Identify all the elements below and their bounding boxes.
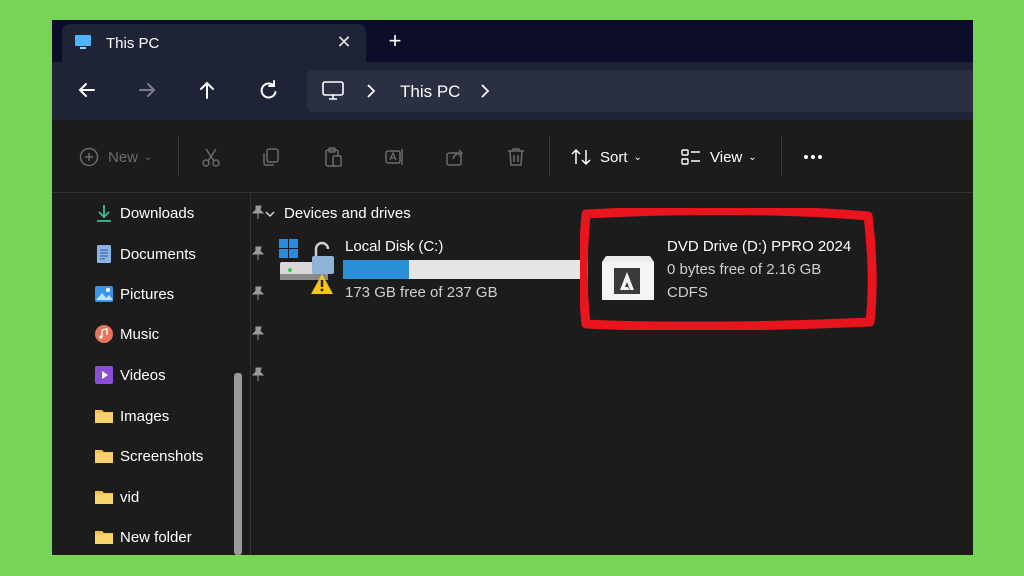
rename-icon xyxy=(385,149,403,165)
drive-usage-fill xyxy=(343,260,410,279)
section-header-devices[interactable]: Devices and drives xyxy=(264,205,411,222)
view-label: View xyxy=(710,148,743,166)
new-button[interactable]: New ⌄ xyxy=(78,144,152,170)
plus-icon[interactable]: + xyxy=(382,28,408,54)
sidebar-item-label: New folder xyxy=(120,528,192,546)
refresh-icon[interactable] xyxy=(253,75,283,105)
drive-free-space: 173 GB free of 237 GB xyxy=(345,284,498,301)
computer-icon xyxy=(322,81,344,100)
tab-this-pc[interactable]: This PC ✕ xyxy=(62,24,366,62)
paste-icon xyxy=(325,147,342,167)
toolbar-divider xyxy=(178,136,179,176)
folder-icon xyxy=(95,450,113,463)
pin-icon[interactable] xyxy=(250,366,266,382)
rename-button[interactable] xyxy=(383,144,405,170)
sidebar-item-music[interactable]: Music xyxy=(94,321,265,347)
sidebar-item-label: Documents xyxy=(120,245,196,263)
title-bar: This PC ✕ + xyxy=(52,20,973,62)
sidebar-item-screenshots[interactable]: Screenshots xyxy=(94,443,244,469)
sort-label: Sort xyxy=(600,148,628,166)
sidebar-item-label: Pictures xyxy=(120,285,175,303)
download-icon xyxy=(97,205,111,222)
delete-icon xyxy=(508,148,524,166)
toolbar-divider xyxy=(781,136,782,176)
music-icon xyxy=(95,325,113,343)
tab-title: This PC xyxy=(106,35,160,52)
documents-icon xyxy=(97,245,111,263)
arrow-left-icon[interactable] xyxy=(72,75,102,105)
chevron-right-icon[interactable] xyxy=(365,82,377,100)
sidebar-item-label: Images xyxy=(120,407,170,425)
chevron-down-icon: ⌄ xyxy=(748,151,757,163)
sidebar-item-documents[interactable]: Documents xyxy=(94,241,265,267)
command-bar: New ⌄ Sort ⌄ View ⌄ xyxy=(52,120,973,193)
sidebar-item-label: Music xyxy=(120,325,160,343)
pin-icon[interactable] xyxy=(250,325,266,341)
folder-icon xyxy=(95,491,113,504)
sidebar-scrollbar[interactable] xyxy=(234,373,242,555)
navigation-pane: Downloads Documents Pictures Music Video… xyxy=(52,193,265,555)
close-icon[interactable]: ✕ xyxy=(332,30,356,54)
sidebar-item-label: Screenshots xyxy=(120,447,204,465)
pictures-icon xyxy=(95,286,113,302)
sidebar-item-label: Videos xyxy=(120,366,166,384)
pane-divider[interactable] xyxy=(250,193,251,555)
arrow-up-icon[interactable] xyxy=(192,75,222,105)
view-list-icon xyxy=(681,149,700,165)
address-bar[interactable]: This PC xyxy=(307,70,973,112)
view-button[interactable]: View ⌄ xyxy=(680,144,757,170)
delete-button[interactable] xyxy=(505,144,527,170)
new-label: New xyxy=(108,148,139,166)
pin-icon[interactable] xyxy=(250,245,266,261)
cut-icon xyxy=(202,148,220,167)
sort-button[interactable]: Sort ⌄ xyxy=(570,144,642,170)
share-button[interactable] xyxy=(444,144,466,170)
navigation-bar: This PC xyxy=(52,62,973,120)
local-disk-icon xyxy=(279,239,334,294)
sidebar-item-vid[interactable]: vid xyxy=(94,484,244,510)
arrow-right-icon[interactable] xyxy=(132,75,162,105)
paste-button[interactable] xyxy=(322,144,344,170)
drive-name: Local Disk (C:) xyxy=(345,238,444,255)
toolbar-divider xyxy=(549,136,550,176)
drive-local-disk-c[interactable]: Local Disk (C:) 173 GB free of 237 GB xyxy=(278,236,588,306)
sidebar-item-downloads[interactable]: Downloads xyxy=(94,200,265,226)
breadcrumb-this-pc[interactable]: This PC xyxy=(400,82,460,102)
sidebar-item-images[interactable]: Images xyxy=(94,403,244,429)
sidebar-item-pictures[interactable]: Pictures xyxy=(94,281,265,307)
cut-button[interactable] xyxy=(200,144,222,170)
copy-button[interactable] xyxy=(260,144,282,170)
folder-icon xyxy=(95,410,113,423)
sidebar-item-label: Downloads xyxy=(120,204,195,222)
more-options-button[interactable] xyxy=(802,144,824,170)
share-icon xyxy=(446,149,464,166)
chevron-down-icon: ⌄ xyxy=(633,151,642,163)
chevron-down-icon xyxy=(265,211,275,217)
plus-circle-icon xyxy=(79,147,99,167)
sidebar-item-new-folder[interactable]: New folder xyxy=(94,524,244,550)
sort-icon xyxy=(571,148,591,166)
red-highlight-annotation xyxy=(580,208,877,330)
more-icon xyxy=(804,155,822,159)
sidebar-item-label: vid xyxy=(120,488,140,506)
sidebar-item-videos[interactable]: Videos xyxy=(94,362,265,388)
videos-icon xyxy=(95,366,113,384)
chevron-right-icon[interactable] xyxy=(479,82,491,100)
pin-icon[interactable] xyxy=(250,285,266,301)
copy-icon xyxy=(263,148,279,166)
folder-icon xyxy=(95,531,113,544)
section-title: Devices and drives xyxy=(284,205,411,222)
chevron-down-icon: ⌄ xyxy=(144,151,153,163)
monitor-icon xyxy=(75,35,91,49)
drive-usage-bar xyxy=(343,260,588,279)
